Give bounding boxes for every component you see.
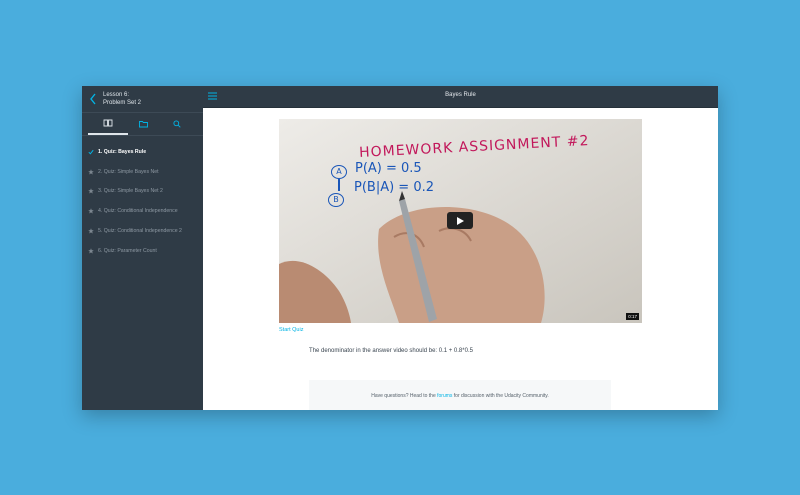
video-duration: 0:17 [626, 313, 639, 320]
sidebar: Lesson 6: Problem Set 2 1. Quiz: Bayes R… [82, 86, 203, 410]
video-player[interactable]: HOMEWORK ASSIGNMENT #2 A B P(A) = 0.5 P(… [279, 119, 642, 323]
page-title: Bayes Rule [445, 92, 476, 98]
checkmark-icon [88, 149, 94, 155]
help-text-suffix: for discussion with the Udacity Communit… [453, 393, 549, 399]
folder-icon [138, 121, 148, 128]
back-arrow-icon[interactable] [88, 92, 98, 106]
lesson-title: Lesson 6: Problem Set 2 [103, 91, 141, 107]
lesson-number: Lesson 6: [103, 92, 130, 98]
star-icon [88, 168, 94, 175]
node-arrow [338, 179, 340, 191]
sidebar-item-quiz-parameter-count[interactable]: 6. Quiz: Parameter Count [82, 241, 203, 261]
help-banner: Have questions? Head to the forums for d… [309, 380, 611, 410]
play-button[interactable] [447, 212, 473, 229]
search-icon [173, 120, 181, 128]
sidebar-item-label: 1. Quiz: Bayes Rule [98, 148, 147, 155]
equation-pba: P(B|A) = 0.2 [354, 180, 435, 195]
tab-concepts[interactable] [88, 113, 128, 135]
node-b: B [328, 193, 344, 207]
sidebar-item-label: 4. Quiz: Conditional Independence [98, 208, 178, 215]
concept-list: 1. Quiz: Bayes Rule 2. Quiz: Simple Baye… [82, 136, 203, 261]
book-icon [103, 119, 113, 127]
star-icon [88, 208, 94, 214]
lesson-name: Problem Set 2 [103, 100, 142, 106]
sidebar-item-label: 6. Quiz: Parameter Count [98, 247, 157, 254]
sidebar-header: Lesson 6: Problem Set 2 [82, 86, 203, 113]
sidebar-tabs [82, 113, 203, 136]
forums-link[interactable]: forums [437, 393, 452, 399]
app-window: Lesson 6: Problem Set 2 1. Quiz: Bayes R… [82, 86, 718, 410]
node-a: A [331, 165, 347, 179]
sidebar-item-quiz-conditional-independence[interactable]: 4. Quiz: Conditional Independence [82, 201, 203, 221]
play-icon [456, 216, 464, 225]
sidebar-item-quiz-simple-bayes-net-2[interactable]: 3. Quiz: Simple Bayes Net 2 [82, 182, 203, 202]
top-bar: Bayes Rule [203, 86, 718, 108]
tab-search[interactable] [157, 113, 197, 135]
star-icon [88, 228, 94, 234]
star-icon [88, 188, 94, 195]
star-icon [88, 248, 94, 254]
main-content: HOMEWORK ASSIGNMENT #2 A B P(A) = 0.5 P(… [203, 108, 718, 410]
start-quiz-link[interactable]: Start Quiz [279, 327, 303, 333]
sidebar-item-label: 3. Quiz: Simple Bayes Net 2 [98, 188, 163, 195]
equation-pa: P(A) = 0.5 [355, 161, 422, 176]
sidebar-item-quiz-simple-bayes-net[interactable]: 2. Quiz: Simple Bayes Net [82, 162, 203, 182]
sidebar-item-label: 5. Quiz: Conditional Independence 2 [98, 228, 182, 235]
help-text-prefix: Have questions? Head to the [371, 393, 436, 399]
sidebar-item-label: 2. Quiz: Simple Bayes Net [98, 168, 159, 175]
sidebar-item-quiz-bayes-rule[interactable]: 1. Quiz: Bayes Rule [82, 142, 203, 162]
instructor-note: The denominator in the answer video shou… [309, 348, 473, 354]
sidebar-item-quiz-conditional-independence-2[interactable]: 5. Quiz: Conditional Independence 2 [82, 221, 203, 241]
